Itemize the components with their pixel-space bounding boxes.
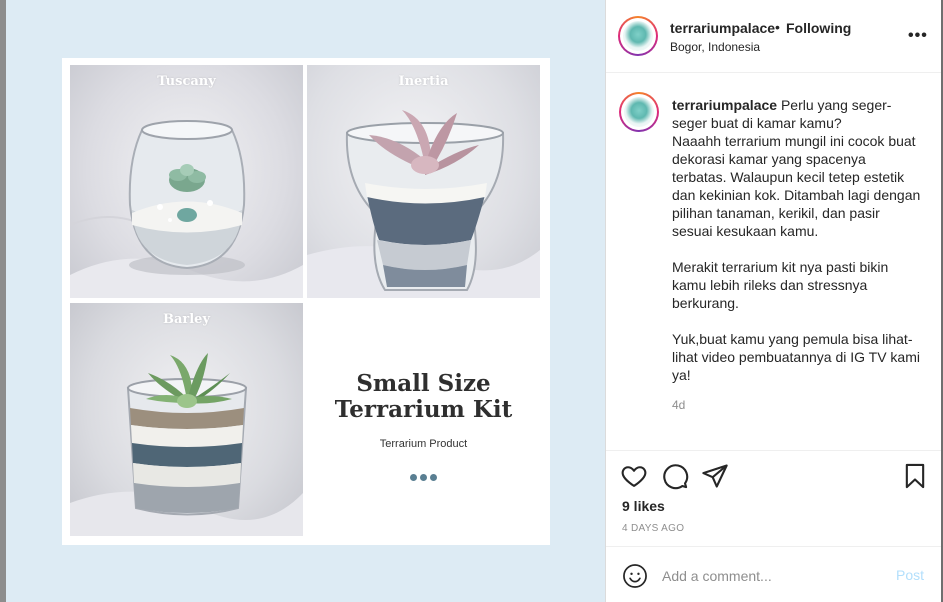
caption-time: 4d <box>672 398 686 412</box>
terrarium-bowl-illustration <box>70 120 303 298</box>
terrarium-glass-illustration <box>307 110 540 298</box>
bookmark-icon[interactable] <box>901 462 929 490</box>
post-image-card: Tuscany Inertia Barley Small Size Terrar… <box>62 58 550 545</box>
comment-bar: Post <box>606 546 942 602</box>
caption: terrariumpalace Perlu yang seger-seger b… <box>672 96 922 402</box>
promo-dot <box>430 474 437 481</box>
promo-tile: Small Size Terrarium Kit Terrarium Produ… <box>307 303 540 536</box>
terrarium-cup-illustration <box>70 353 303 536</box>
caption-avatar[interactable] <box>619 92 659 132</box>
share-icon[interactable] <box>701 462 729 490</box>
brand-logo-icon <box>623 21 653 51</box>
photo-inertia: Inertia <box>307 65 540 298</box>
post-header: terrariumpalace • Following Bogor, Indon… <box>606 0 942 73</box>
caption-paragraph-3: Merakit terrarium kit nya pasti bikin ka… <box>672 259 889 311</box>
likes-count[interactable]: 9 likes <box>622 498 665 514</box>
caption-username[interactable]: terrariumpalace <box>672 97 777 113</box>
caption-paragraph-1: terrariumpalace Perlu yang seger-seger b… <box>672 96 922 240</box>
caption-paragraph-4: Yuk,buat kamu yang pemula bisa lihat-lih… <box>672 331 920 383</box>
post-comment-button[interactable]: Post <box>896 567 924 583</box>
photo-label-barley: Barley <box>162 312 211 327</box>
brand-logo-icon <box>624 97 654 127</box>
promo-title-line1: Small Size <box>356 370 491 397</box>
post-side-panel: terrariumpalace • Following Bogor, Indon… <box>605 0 942 602</box>
post-media[interactable]: Tuscany Inertia Barley Small Size Terrar… <box>6 0 605 602</box>
posted-time: 4 DAYS AGO <box>622 523 685 534</box>
promo-dot <box>420 474 427 481</box>
location-link[interactable]: Bogor, Indonesia <box>670 40 760 54</box>
more-horizontal-icon[interactable]: ••• <box>908 27 928 45</box>
promo-title: Small Size Terrarium Kit <box>307 371 540 423</box>
caption-text-2: Naaahh terrarium mungil ini cocok buat d… <box>672 133 921 239</box>
comment-icon[interactable] <box>661 462 689 490</box>
promo-dots <box>307 468 540 486</box>
username-link[interactable]: terrariumpalace <box>670 20 775 36</box>
photo-label-inertia: Inertia <box>398 74 449 89</box>
avatar[interactable] <box>618 16 658 56</box>
promo-dot <box>410 474 417 481</box>
separator-dot: • <box>775 19 780 35</box>
comment-input[interactable] <box>662 566 882 586</box>
photo-label-tuscany: Tuscany <box>157 74 216 89</box>
heart-icon[interactable] <box>620 462 648 490</box>
emoji-icon[interactable] <box>622 563 648 589</box>
promo-subtitle: Terrarium Product <box>379 438 468 450</box>
action-bar: 9 likes 4 DAYS AGO <box>606 450 942 546</box>
photo-barley: Barley <box>70 303 303 536</box>
following-button[interactable]: Following <box>786 20 851 36</box>
promo-title-line2: Terrarium Kit <box>334 396 513 423</box>
photo-tuscany: Tuscany <box>70 65 303 298</box>
